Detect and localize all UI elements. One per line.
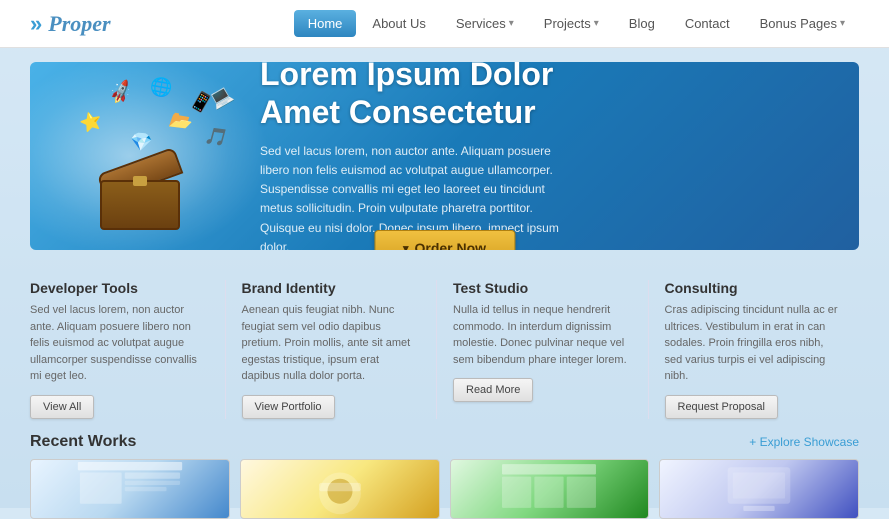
feature-text-1: Sed vel lacus lorem, non auctor ante. Al… xyxy=(30,302,209,385)
laptop-icon: 💻 xyxy=(206,83,236,112)
logo-text: Proper xyxy=(48,11,110,37)
star-icon: ⭐ xyxy=(78,109,105,135)
thumb-inner-4 xyxy=(660,460,858,518)
recent-grid xyxy=(30,459,859,519)
tablet-icon: 📱 xyxy=(186,88,216,117)
music-icon: 🎵 xyxy=(203,124,230,150)
thumb-inner-3 xyxy=(451,460,649,518)
feature-developer-tools: Developer Tools Sed vel lacus lorem, non… xyxy=(30,280,226,419)
browser-icon: 🌐 xyxy=(148,75,174,100)
hero-content: Lorem Ipsum Dolor Amet Consectetur Sed v… xyxy=(250,62,859,250)
logo: » Proper xyxy=(30,11,111,37)
recent-thumb-4[interactable] xyxy=(659,459,859,519)
feature-consulting: Consulting Cras adipiscing tincidunt nul… xyxy=(649,280,860,419)
chest-lock xyxy=(133,176,147,186)
recent-thumb-2[interactable] xyxy=(240,459,440,519)
thumb-svg-1 xyxy=(41,462,219,514)
feature-test-studio: Test Studio Nulla id tellus in neque hen… xyxy=(437,280,649,419)
feature-title-1: Developer Tools xyxy=(30,280,209,296)
nav-blog[interactable]: Blog xyxy=(615,10,669,37)
thumb-inner-2 xyxy=(241,460,439,518)
chest-base xyxy=(100,180,180,230)
recent-works-title: Recent Works xyxy=(30,433,136,451)
order-btn-wrap: ▾ Order Now xyxy=(374,230,515,250)
nav-bonus[interactable]: Bonus Pages ▾ xyxy=(746,10,859,37)
feature-brand-identity: Brand Identity Aenean quis feugiat nibh.… xyxy=(226,280,438,419)
nav-projects[interactable]: Projects ▾ xyxy=(530,10,613,37)
folder-icon: 📂 xyxy=(167,109,195,136)
feature-text-4: Cras adipiscing tincidunt nulla ac er ul… xyxy=(665,302,844,385)
order-now-button[interactable]: ▾ Order Now xyxy=(374,230,515,250)
chevron-down-icon: ▾ xyxy=(594,18,599,29)
read-more-button[interactable]: Read More xyxy=(453,378,533,402)
navigation: Home About Us Services ▾ Projects ▾ Blog… xyxy=(294,10,859,37)
feature-text-2: Aenean quis feugiat nibh. Nunc feugiat s… xyxy=(242,302,421,385)
nav-about[interactable]: About Us xyxy=(358,10,439,37)
chevron-down-icon: ▾ xyxy=(509,18,514,29)
hero-section: 🚀 🌐 📱 ⭐ 📂 💎 💻 🎵 Lorem Ipsum Dolor Amet C… xyxy=(30,62,859,250)
feature-text-3: Nulla id tellus in neque hendrerit commo… xyxy=(453,302,632,368)
header: » Proper Home About Us Services ▾ Projec… xyxy=(0,0,889,48)
hero-title: Lorem Ipsum Dolor Amet Consectetur xyxy=(260,62,829,132)
nav-services[interactable]: Services ▾ xyxy=(442,10,528,37)
thumb-svg-4 xyxy=(670,462,848,514)
recent-works-section: Recent Works + Explore Showcase xyxy=(30,433,859,519)
feature-title-4: Consulting xyxy=(665,280,844,296)
thumb-svg-3 xyxy=(460,462,638,514)
recent-header: Recent Works + Explore Showcase xyxy=(30,433,859,451)
request-proposal-button[interactable]: Request Proposal xyxy=(665,395,778,419)
view-portfolio-button[interactable]: View Portfolio xyxy=(242,395,335,419)
recent-thumb-1[interactable] xyxy=(30,459,230,519)
explore-showcase-link[interactable]: + Explore Showcase xyxy=(749,435,859,449)
nav-home[interactable]: Home xyxy=(294,10,357,37)
chevron-down-icon: ▾ xyxy=(840,18,845,29)
hero-image: 🚀 🌐 📱 ⭐ 📂 💎 💻 🎵 xyxy=(30,62,250,250)
thumb-inner-1 xyxy=(31,460,229,518)
thumb-svg-2 xyxy=(251,462,429,514)
gem-icon: 💎 xyxy=(129,131,153,154)
nav-contact[interactable]: Contact xyxy=(671,10,744,37)
feature-title-2: Brand Identity xyxy=(242,280,421,296)
arrow-down-icon: ▾ xyxy=(403,242,409,251)
logo-icon: » xyxy=(30,11,42,37)
rocket-icon: 🚀 xyxy=(107,79,135,106)
recent-thumb-3[interactable] xyxy=(450,459,650,519)
view-all-button[interactable]: View All xyxy=(30,395,94,419)
feature-title-3: Test Studio xyxy=(453,280,632,296)
features-section: Developer Tools Sed vel lacus lorem, non… xyxy=(30,280,859,419)
